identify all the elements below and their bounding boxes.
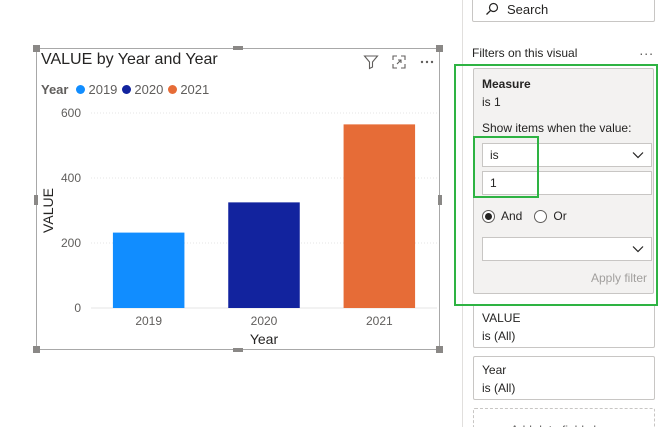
or-label: Or	[553, 209, 567, 223]
bar-2020	[228, 202, 300, 308]
x-axis-title: Year	[250, 331, 279, 347]
filter-card-title: VALUE	[482, 311, 521, 325]
filter-card-summary: is (All)	[482, 329, 516, 343]
filter-card-title: Year	[482, 363, 507, 377]
filter-card-year[interactable]: Year is (All)	[473, 356, 655, 400]
filter-card-summary: is 1	[482, 95, 501, 109]
and-label: And	[501, 209, 523, 223]
bar-2019	[112, 232, 185, 308]
report-canvas: VALUE by Year and Year Year 2019 2020 20…	[0, 0, 462, 427]
logic-radio-group: And Or	[482, 209, 579, 223]
filter-card-title: Measure	[482, 77, 531, 91]
bar-chart-visual[interactable]: VALUE by Year and Year Year 2019 2020 20…	[33, 45, 443, 353]
or-radio[interactable]	[534, 209, 548, 223]
bar-2021	[343, 124, 416, 308]
y-tick-label: 0	[74, 301, 81, 315]
search-input[interactable]: Search	[472, 0, 655, 22]
search-placeholder: Search	[507, 1, 549, 17]
apply-filter-button[interactable]: Apply filter	[591, 271, 647, 285]
filter-card-value[interactable]: VALUE is (All)	[473, 304, 655, 348]
and-radio[interactable]	[482, 209, 495, 223]
second-condition-dropdown[interactable]	[482, 237, 652, 261]
section-title: Filters on this visual	[472, 46, 578, 60]
chevron-down-icon	[632, 148, 644, 162]
y-tick-label: 200	[61, 236, 81, 250]
condition-input-text: 1	[490, 176, 497, 190]
add-data-fields-dropzone[interactable]: Add data fields here	[473, 408, 655, 427]
x-tick-label: 2020	[251, 314, 278, 328]
chevron-down-icon	[632, 242, 644, 256]
condition-value-input[interactable]: 1	[482, 171, 652, 195]
condition-dropdown[interactable]: is	[482, 143, 652, 167]
filters-pane: Search Filters on this visual ... Measur…	[462, 0, 662, 427]
y-tick-label: 600	[61, 106, 81, 120]
y-axis-title: VALUE	[40, 188, 56, 233]
y-tick-label: 400	[61, 171, 81, 185]
filter-card-measure[interactable]: Measure is 1 Show items when the value: …	[473, 68, 654, 294]
filter-card-summary: is (All)	[482, 381, 516, 395]
show-items-label: Show items when the value:	[482, 121, 632, 135]
chart-plot-area: 0 200 400 600 2019 2020 2021 Year VALUE	[40, 106, 437, 347]
more-options-icon[interactable]: ...	[639, 42, 654, 58]
x-tick-label: 2021	[366, 314, 393, 328]
condition-value: is	[490, 148, 499, 162]
search-icon	[485, 2, 499, 16]
x-tick-label: 2019	[135, 314, 162, 328]
